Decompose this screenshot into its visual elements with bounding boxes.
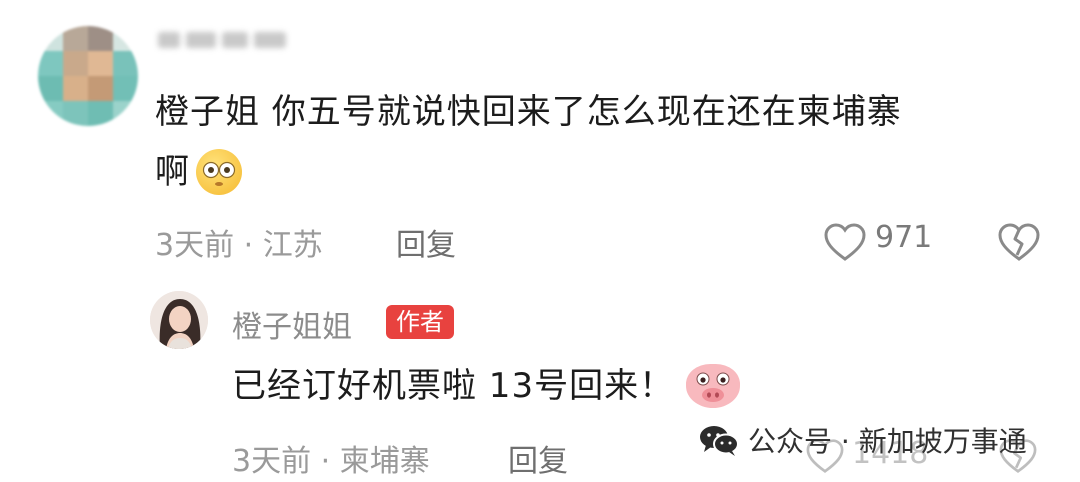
comment-meta: 3天前 · 江苏 [155, 228, 323, 263]
watermark: 公众号 · 新加坡万事通 [698, 420, 1027, 460]
flushed-emoji-icon [196, 149, 242, 195]
reply-text-row: 已经订好机票啦 13号回来！ [232, 360, 741, 412]
reply-reply-button[interactable]: 回复 [508, 436, 568, 480]
reply-text: 已经订好机票啦 13号回来！ [232, 366, 675, 406]
watermark-text: 公众号 · 新加坡万事通 [748, 425, 1027, 458]
comment-like-button[interactable] [823, 222, 867, 262]
author-badge: 作者 [386, 305, 454, 339]
comment-text-line2: 啊 [155, 152, 190, 192]
commenter-avatar[interactable] [38, 26, 138, 126]
comment-dislike-button[interactable] [997, 222, 1041, 262]
wechat-icon [700, 426, 739, 456]
author-avatar[interactable] [150, 291, 208, 349]
pig-emoji-icon [686, 364, 741, 408]
broken-heart-icon [998, 223, 1040, 261]
comment-reply-button[interactable]: 回复 [396, 220, 456, 264]
heart-icon [824, 223, 866, 261]
author-username[interactable]: 橙子姐姐 [232, 302, 352, 346]
reply-meta: 3天前 · 柬埔寨 [232, 444, 430, 479]
comment-text-line1: 橙子姐 你五号就说快回来了怎么现在还在柬埔寨 [155, 92, 902, 132]
comment-like-count: 971 [875, 220, 933, 255]
commenter-username-blurred[interactable] [158, 28, 293, 52]
comment-text: 橙子姐 你五号就说快回来了怎么现在还在柬埔寨 啊 [155, 86, 1055, 198]
